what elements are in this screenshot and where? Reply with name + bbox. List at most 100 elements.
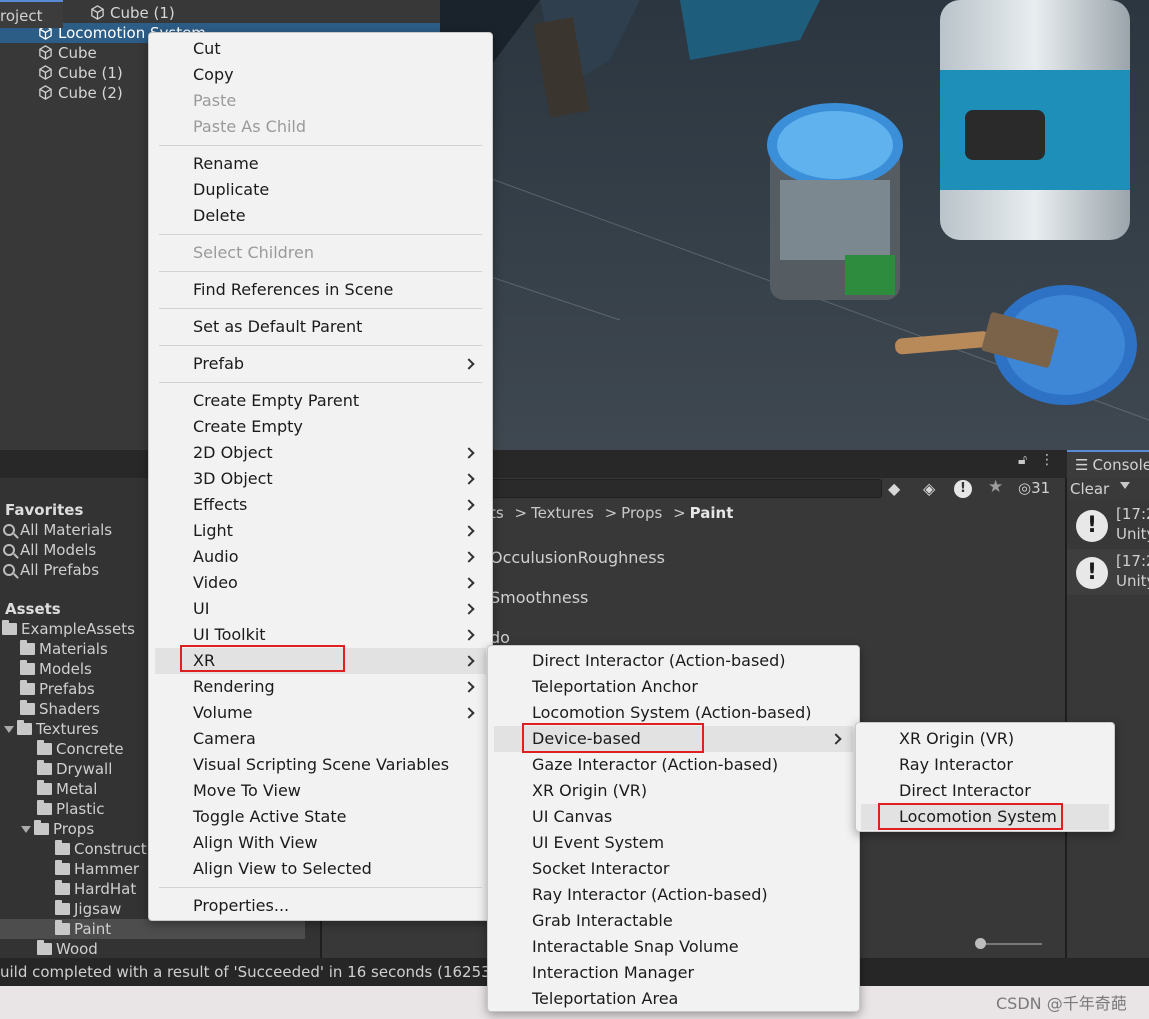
- folder-item[interactable]: Metal: [37, 779, 97, 799]
- folder-item[interactable]: ExampleAssets: [2, 619, 135, 639]
- menu-item-grab-interactable[interactable]: Grab Interactable: [532, 908, 673, 934]
- status-text[interactable]: uild completed with a result of 'Succeed…: [0, 962, 524, 982]
- menu-item-teleportation-area[interactable]: Teleportation Area: [532, 986, 678, 1012]
- folder-label: Plastic: [56, 800, 105, 818]
- assets-header[interactable]: Assets: [5, 599, 61, 619]
- expand-arrow-icon[interactable]: [4, 726, 14, 733]
- filter-type-icon[interactable]: ◆: [888, 479, 908, 499]
- folder-item[interactable]: HardHat: [55, 879, 136, 899]
- chevron-down-icon[interactable]: [1120, 482, 1130, 489]
- console-entry[interactable]: ! [17:2 Unity: [1067, 502, 1149, 548]
- menu-item-snap-volume[interactable]: Interactable Snap Volume: [532, 934, 739, 960]
- chevron-right-icon: [463, 473, 475, 485]
- favorite-item[interactable]: All Prefabs: [3, 560, 99, 580]
- tab-project[interactable]: roject: [0, 0, 63, 28]
- menu-item-effects[interactable]: Effects: [193, 492, 247, 518]
- menu-item-visual-scripting[interactable]: Visual Scripting Scene Variables: [193, 752, 449, 778]
- menu-item-rendering[interactable]: Rendering: [193, 674, 275, 700]
- scene-view[interactable]: [440, 0, 1149, 450]
- menu-item-3d-object[interactable]: 3D Object: [193, 466, 273, 492]
- favorite-item[interactable]: All Models: [3, 540, 96, 560]
- folder-item[interactable]: Jigsaw: [55, 899, 121, 919]
- asset-item[interactable]: Smoothness: [490, 587, 588, 609]
- favorite-item[interactable]: All Materials: [3, 520, 112, 540]
- folder-label: Hammer: [74, 860, 140, 878]
- menu-item-align-view-to-selected[interactable]: Align View to Selected: [193, 856, 372, 882]
- folder-item[interactable]: Hammer: [55, 859, 139, 879]
- folder-label: Drywall: [56, 760, 113, 778]
- menu-item-move-to-view[interactable]: Move To View: [193, 778, 301, 804]
- menu-item-camera[interactable]: Camera: [193, 726, 256, 752]
- menu-item-video[interactable]: Video: [193, 570, 238, 596]
- star-icon[interactable]: ★: [988, 477, 1003, 497]
- chevron-right-icon: [463, 629, 475, 641]
- menu-item-rename[interactable]: Rename: [193, 151, 259, 177]
- menu-item-ui-event-system[interactable]: UI Event System: [532, 830, 664, 856]
- menu-item-audio[interactable]: Audio: [193, 544, 238, 570]
- menu-item-socket-interactor[interactable]: Socket Interactor: [532, 856, 669, 882]
- breadcrumb-current[interactable]: Paint: [690, 504, 734, 522]
- chevron-right-icon: [463, 447, 475, 459]
- menu-item-cut[interactable]: Cut: [193, 36, 221, 62]
- folder-item[interactable]: Materials: [20, 639, 108, 659]
- tab-console[interactable]: ☰ Console: [1067, 450, 1149, 478]
- hidden-count[interactable]: ◎31: [1018, 479, 1050, 497]
- folder-item[interactable]: Shaders: [20, 699, 100, 719]
- lock-icon[interactable]: 🔓︎: [1018, 452, 1027, 468]
- favorites-header[interactable]: Favorites: [5, 500, 83, 520]
- asset-item[interactable]: OcculusionRoughness: [490, 547, 665, 569]
- menu-item-direct-interactor-device[interactable]: Direct Interactor: [899, 778, 1031, 804]
- folder-item-selected[interactable]: Paint: [0, 919, 305, 939]
- menu-item-gaze-interactor[interactable]: Gaze Interactor (Action-based): [532, 752, 778, 778]
- menu-item-ray-interactor[interactable]: Ray Interactor (Action-based): [532, 882, 768, 908]
- folder-item[interactable]: Wood: [37, 939, 98, 958]
- menu-item-light[interactable]: Light: [193, 518, 233, 544]
- folder-item[interactable]: Drywall: [37, 759, 112, 779]
- menu-item-volume[interactable]: Volume: [193, 700, 253, 726]
- menu-item-prefab[interactable]: Prefab: [193, 351, 244, 377]
- menu-item-direct-interactor[interactable]: Direct Interactor (Action-based): [532, 648, 786, 674]
- menu-item-teleportation-anchor[interactable]: Teleportation Anchor: [532, 674, 698, 700]
- console-clear-button[interactable]: Clear: [1070, 478, 1109, 500]
- menu-item-toggle-active[interactable]: Toggle Active State: [193, 804, 346, 830]
- folder-item[interactable]: Concrete: [37, 739, 124, 759]
- folder-item[interactable]: Prefabs: [20, 679, 95, 699]
- menu-item-set-default-parent[interactable]: Set as Default Parent: [193, 314, 362, 340]
- menu-item-create-empty[interactable]: Create Empty: [193, 414, 303, 440]
- menu-item-ui-canvas[interactable]: UI Canvas: [532, 804, 612, 830]
- folder-item[interactable]: Textures: [4, 719, 99, 739]
- menu-item-2d-object[interactable]: 2D Object: [193, 440, 273, 466]
- warning-filter-icon[interactable]: !: [954, 480, 972, 498]
- menu-item-xr-origin-vr[interactable]: XR Origin (VR): [899, 726, 1014, 752]
- menu-item-create-empty-parent[interactable]: Create Empty Parent: [193, 388, 359, 414]
- menu-item-copy[interactable]: Copy: [193, 62, 234, 88]
- breadcrumb-item[interactable]: Props: [621, 504, 662, 522]
- hierarchy-item[interactable]: Cube (1): [0, 3, 440, 23]
- more-options-icon[interactable]: ⋮: [1040, 452, 1054, 468]
- folder-item[interactable]: Props: [21, 819, 94, 839]
- project-search-input[interactable]: [490, 479, 882, 498]
- console-entry[interactable]: ! [17:2 Unity: [1067, 549, 1149, 595]
- menu-item-properties[interactable]: Properties...: [193, 893, 289, 919]
- menu-item-align-with-view[interactable]: Align With View: [193, 830, 318, 856]
- folder-item[interactable]: Models: [20, 659, 92, 679]
- menu-item-ray-interactor-device[interactable]: Ray Interactor: [899, 752, 1013, 778]
- folder-item[interactable]: Constructi: [55, 839, 151, 859]
- menu-item-duplicate[interactable]: Duplicate: [193, 177, 269, 203]
- menu-item-delete[interactable]: Delete: [193, 203, 246, 229]
- menu-item-ui[interactable]: UI: [193, 596, 209, 622]
- menu-item-find-references[interactable]: Find References in Scene: [193, 277, 393, 303]
- folder-label: ExampleAssets: [21, 620, 135, 638]
- zoom-slider-track[interactable]: [980, 943, 1042, 945]
- menu-item-interaction-manager[interactable]: Interaction Manager: [532, 960, 694, 986]
- chevron-right-icon: [463, 707, 475, 719]
- label-icon[interactable]: ◈: [923, 479, 943, 499]
- chevron-right-icon: [463, 358, 475, 370]
- menu-separator: [159, 271, 482, 272]
- breadcrumb-item[interactable]: Textures: [531, 504, 594, 522]
- folder-item[interactable]: Plastic: [37, 799, 105, 819]
- menu-item-xr-origin[interactable]: XR Origin (VR): [532, 778, 647, 804]
- expand-arrow-icon[interactable]: [21, 826, 31, 833]
- folder-icon: [37, 800, 52, 815]
- zoom-slider-handle[interactable]: [975, 938, 986, 949]
